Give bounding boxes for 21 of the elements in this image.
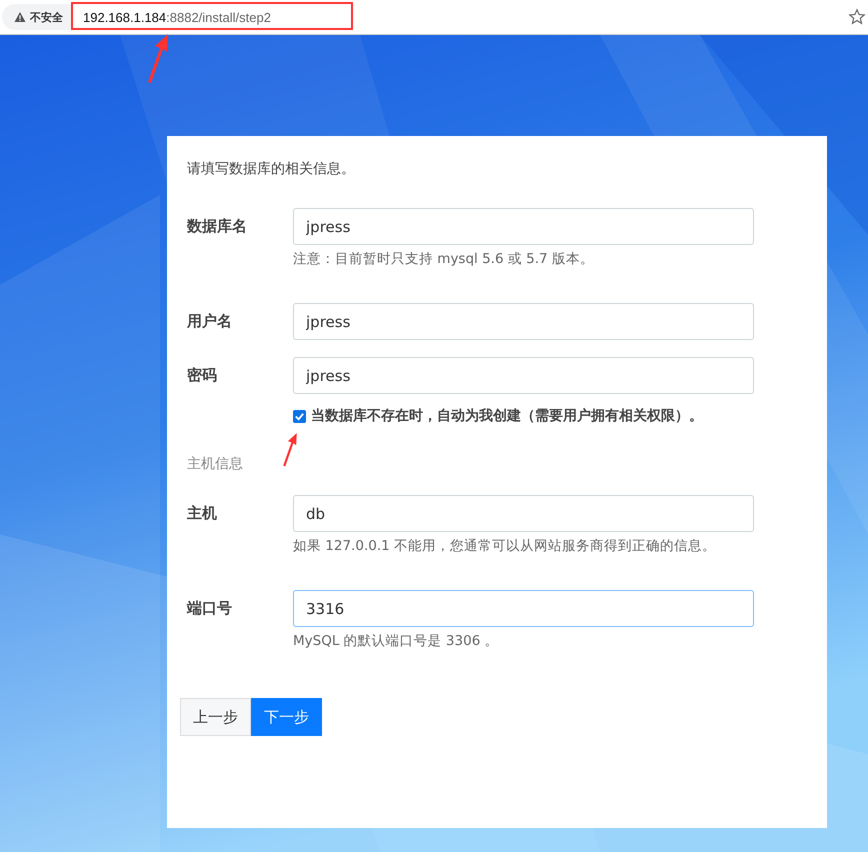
help-text: MySQL 的默认端口号是 3306 。: [293, 632, 500, 651]
field-label: 密码: [187, 365, 218, 386]
section-title: 主机信息: [187, 455, 243, 473]
input-field[interactable]: jpress: [293, 208, 754, 245]
security-chip[interactable]: 不安全: [2, 4, 71, 30]
security-label: 不安全: [30, 10, 63, 24]
help-text: 如果 127.0.0.1 不能用，您通常可以从网站服务商得到正确的信息。: [293, 537, 717, 556]
address-field[interactable]: 192.168.1.184:8882/install/step2: [83, 10, 848, 24]
field-label: 用户名: [187, 311, 233, 332]
input-field[interactable]: jpress: [293, 357, 754, 394]
field-label: 端口号: [187, 598, 233, 619]
help-text: 注意：目前暂时只支持 mysql 5.6 或 5.7 版本。: [293, 250, 595, 269]
intro-text: 请填写数据库的相关信息。: [187, 160, 356, 179]
field-label: 数据库名: [187, 216, 248, 237]
checkbox-label: 当数据库不存在时，自动为我创建（需要用户拥有相关权限）。: [311, 407, 703, 425]
input-field[interactable]: jpress: [293, 303, 754, 340]
input-field[interactable]: 3316: [293, 590, 754, 627]
field-label: 主机: [187, 503, 218, 524]
input-field[interactable]: db: [293, 495, 754, 532]
back-button[interactable]: 上一步: [180, 698, 251, 736]
next-button[interactable]: 下一步: [251, 698, 322, 736]
